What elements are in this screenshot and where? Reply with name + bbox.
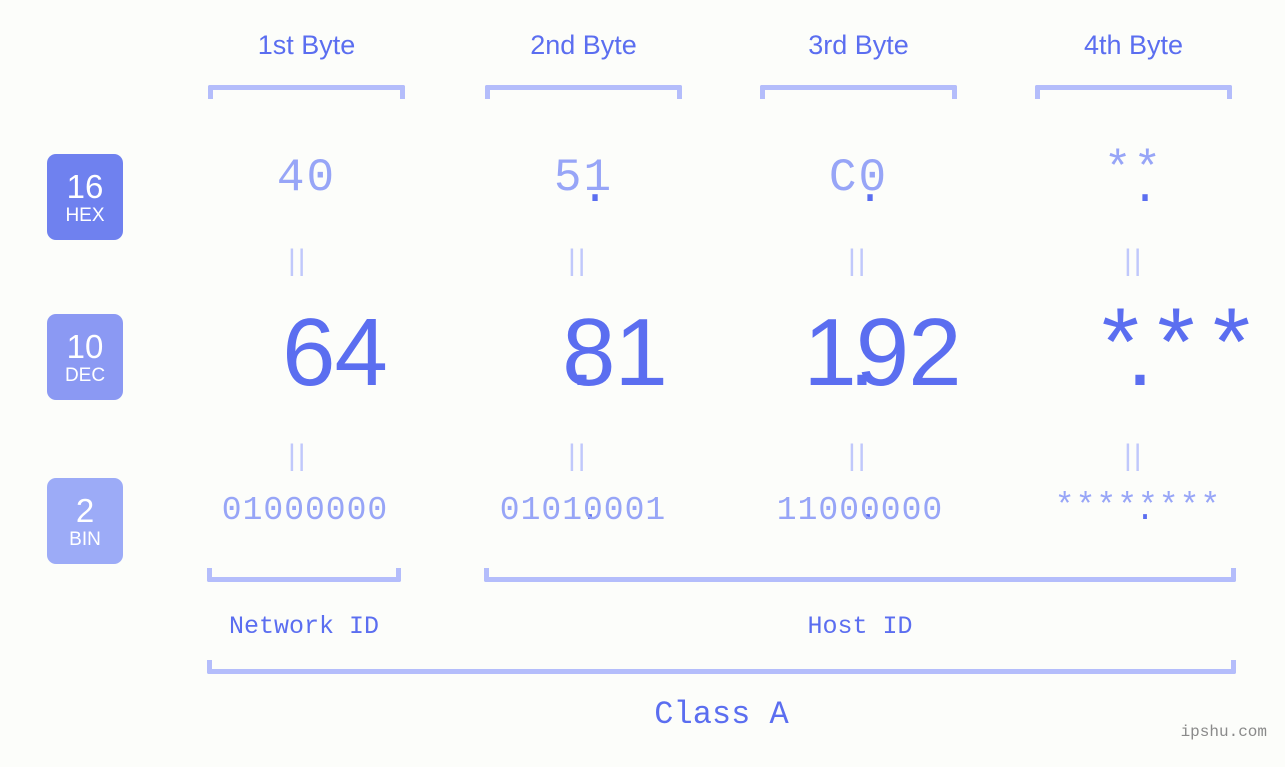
network-id-label: Network ID — [228, 612, 380, 641]
hex-byte-2: 51 — [553, 152, 614, 204]
byte-header-2: 2nd Byte — [530, 30, 637, 60]
dec-byte-3: 192 — [803, 299, 961, 406]
bin-byte-1: 01000000 — [221, 492, 389, 529]
byte-bracket-2 — [485, 85, 682, 99]
base-badge-bin: 2 BIN — [47, 478, 123, 564]
hex-value-row: 40 . 51 . C0 . ** — [150, 144, 1265, 224]
equals-mark-hex-dec-1: || — [288, 244, 308, 277]
equals-mark-dec-bin-4: || — [1124, 439, 1144, 472]
base-badge-hex-number: 16 — [66, 167, 104, 205]
equals-mark-hex-dec-2: || — [568, 244, 588, 277]
hex-byte-3: C0 — [828, 152, 889, 204]
byte-bracket-3 — [760, 85, 957, 99]
class-label: Class A — [654, 696, 789, 733]
hex-byte-1: 40 — [276, 152, 337, 204]
equals-mark-dec-bin-2: || — [568, 439, 588, 472]
base-badge-dec-number: 10 — [66, 327, 104, 365]
bin-byte-2: 01010001 — [499, 492, 667, 529]
host-id-label: Host ID — [807, 612, 913, 641]
class-bracket — [207, 660, 1236, 674]
site-watermark: ipshu.com — [1180, 723, 1267, 741]
equals-mark-dec-bin-1: || — [288, 439, 308, 472]
bin-value-row: 01000000 . 01010001 . 11000000 . *******… — [150, 488, 1265, 548]
network-id-bracket — [207, 568, 401, 582]
bin-byte-3: 11000000 — [776, 492, 944, 529]
base-badge-dec: 10 DEC — [47, 314, 123, 400]
equals-mark-hex-dec-3: || — [848, 244, 868, 277]
byte-bracket-1 — [208, 85, 405, 99]
byte-bracket-4 — [1035, 85, 1232, 99]
dec-byte-2: 81 — [562, 299, 668, 406]
equals-mark-dec-bin-3: || — [848, 439, 868, 472]
base-badge-dec-abbr: DEC — [64, 364, 106, 386]
base-badge-hex: 16 HEX — [47, 154, 123, 240]
base-badge-hex-abbr: HEX — [65, 204, 105, 226]
byte-header-4: 4th Byte — [1083, 30, 1184, 60]
dec-byte-1: 64 — [282, 299, 388, 406]
ip-byte-breakdown-diagram: 1st Byte 2nd Byte 3rd Byte 4th Byte 16 H… — [0, 0, 1285, 767]
base-badge-bin-number: 2 — [75, 491, 95, 529]
dec-byte-4: *** — [1091, 298, 1261, 407]
byte-header-1: 1st Byte — [257, 30, 356, 60]
bin-byte-4: ******** — [1054, 488, 1222, 525]
equals-mark-hex-dec-4: || — [1124, 244, 1144, 277]
hex-byte-4: ** — [1103, 144, 1164, 196]
host-id-bracket — [484, 568, 1236, 582]
byte-header-3: 3rd Byte — [808, 30, 909, 60]
base-badge-bin-abbr: BIN — [69, 528, 101, 550]
dec-value-row: 64 . 81 . 192 . *** — [150, 298, 1265, 418]
